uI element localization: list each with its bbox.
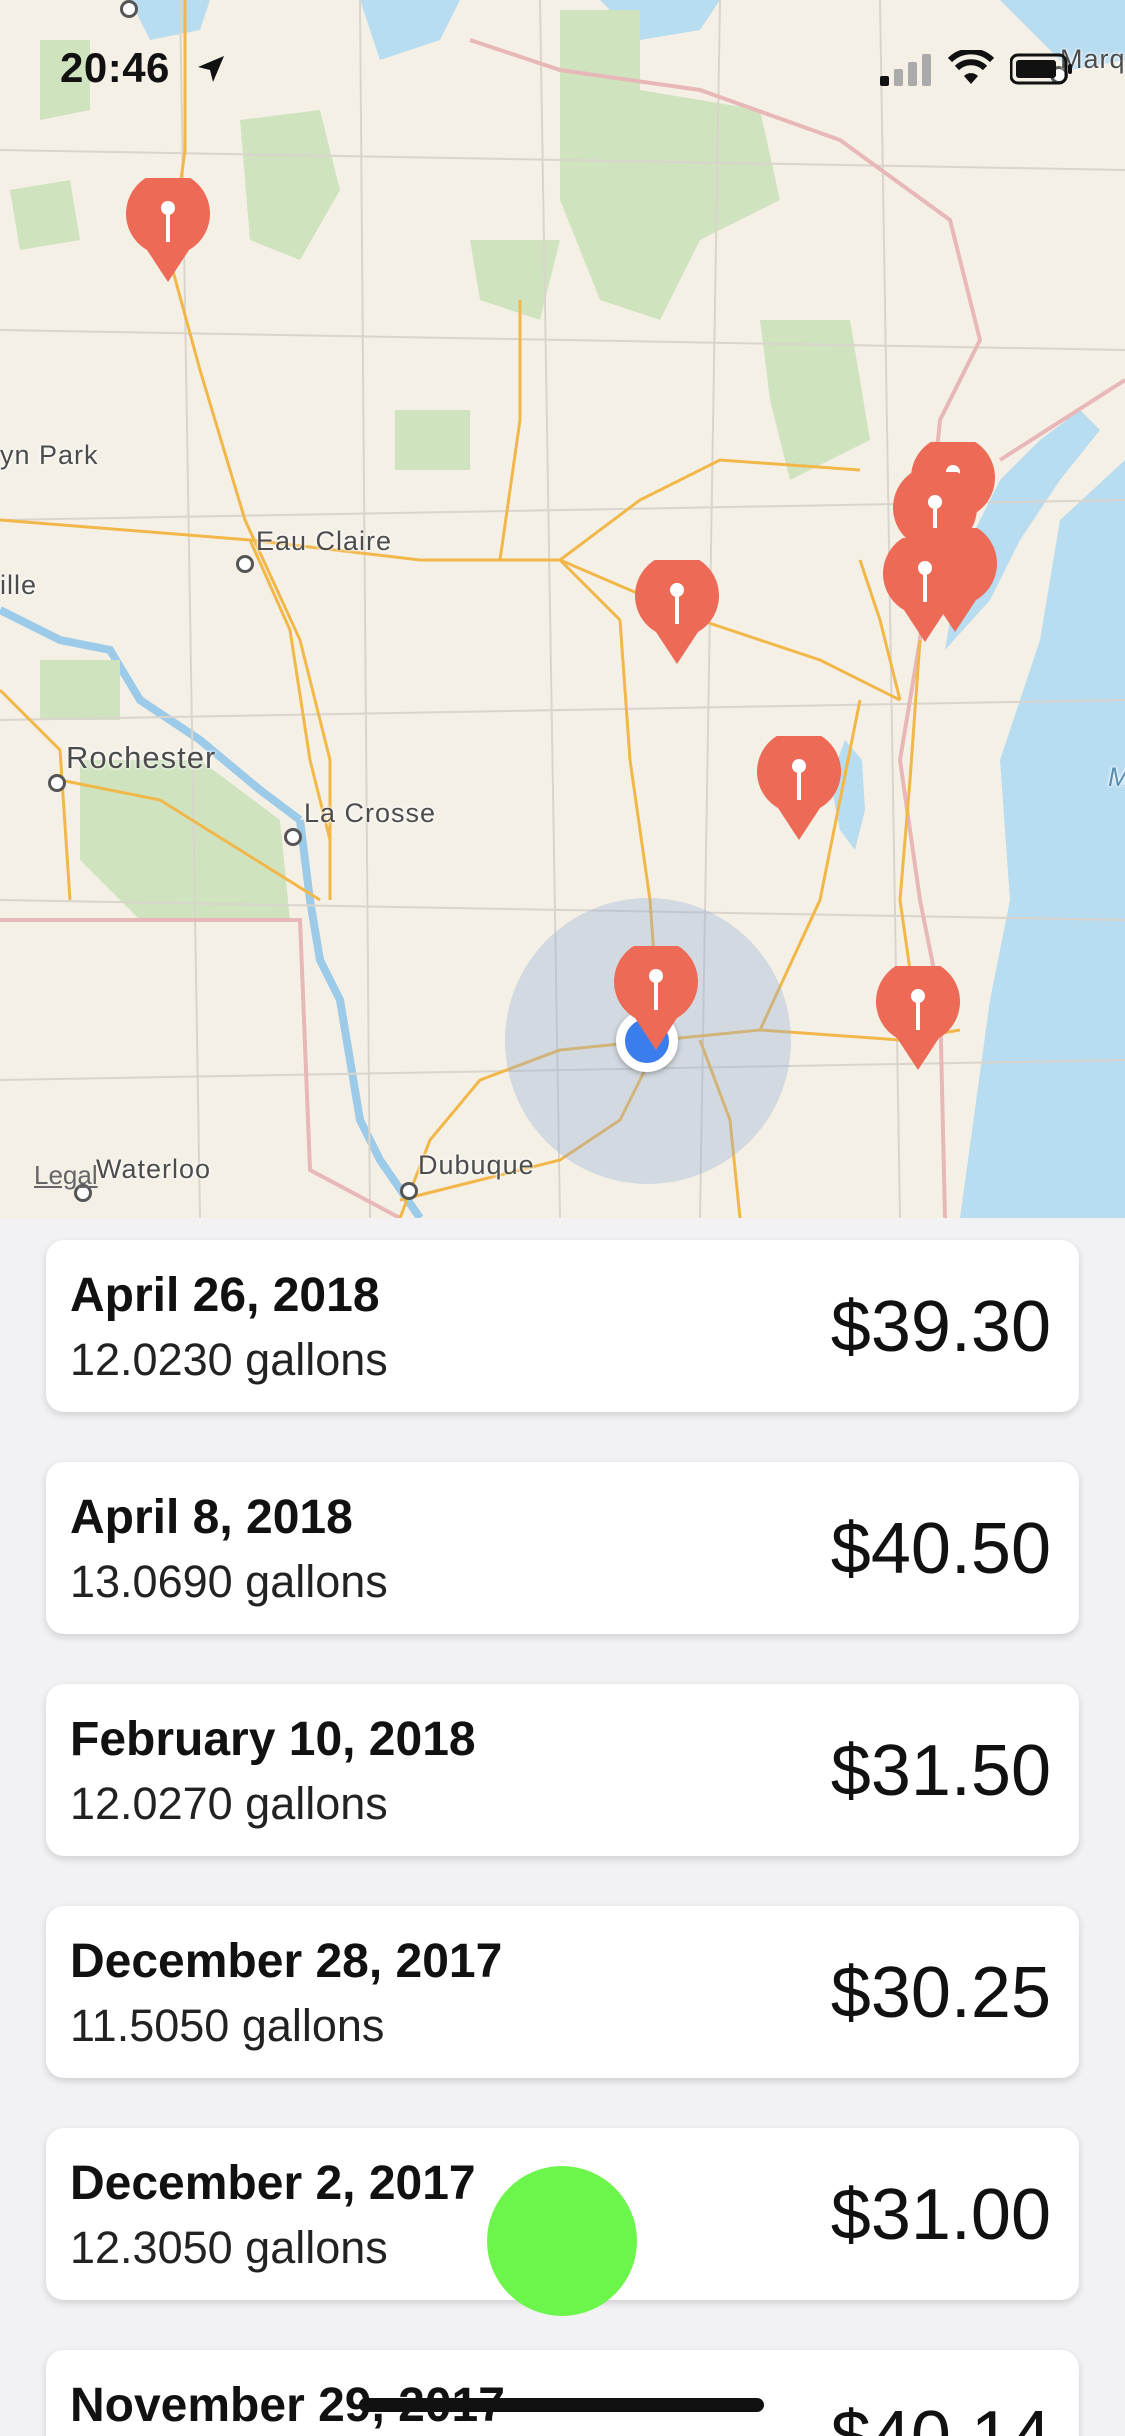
fillup-date: December 2, 2017 (70, 2157, 476, 2210)
map-pin-5[interactable] (882, 538, 968, 644)
map-label-dubuque: Dubuque (418, 1150, 535, 1180)
cellular-signal-icon (880, 54, 931, 86)
city-dot-eau-claire (236, 555, 254, 573)
fillup-gallons: 13.0690 gallons (70, 1556, 388, 1607)
map-label-eau-claire: Eau Claire (256, 526, 393, 556)
status-bar: 20:46 (0, 0, 1125, 140)
fillup-date: December 28, 2017 (70, 1935, 503, 1988)
fillup-date: February 10, 2018 (70, 1713, 476, 1766)
battery-icon (1010, 53, 1072, 85)
fillup-price: $31.50 (830, 1731, 1051, 1811)
fillup-card[interactable]: December 28, 2017 11.5050 gallons $30.25 (46, 1906, 1079, 2078)
map-label-ille: ille (0, 570, 38, 600)
map-label-la-crosse: La Crosse (304, 798, 437, 828)
wifi-icon (948, 50, 994, 84)
location-arrow-icon (198, 56, 224, 82)
fillup-card[interactable]: February 10, 2018 12.0270 gallons $31.50 (46, 1684, 1079, 1856)
fillup-date: April 8, 2018 (70, 1491, 353, 1544)
fillup-card[interactable]: April 8, 2018 13.0690 gallons $40.50 (46, 1462, 1079, 1634)
fillup-gallons: 12.3050 gallons (70, 2222, 388, 2273)
map-pin-9[interactable] (875, 966, 961, 1072)
fillup-date: April 26, 2018 (70, 1269, 380, 1322)
city-dot-rochester (48, 774, 66, 792)
city-dot-dubuque (400, 1182, 418, 1200)
fillup-price: $31.00 (830, 2175, 1051, 2255)
map-pin-6[interactable] (634, 560, 720, 666)
touch-indicator (487, 2166, 637, 2316)
map-view[interactable]: yn Park Eau Claire ille Rochester La Cro… (0, 0, 1125, 1218)
fillup-price: $30.25 (830, 1953, 1051, 2033)
fillup-gallons: 11.5050 gallons (70, 2000, 385, 2051)
fillup-gallons: 12.0230 gallons (70, 1334, 388, 1385)
map-pin-7[interactable] (756, 736, 842, 842)
map-label-rochester: Rochester (66, 740, 217, 775)
fillup-price: $39.30 (830, 1287, 1051, 1367)
map-label-m: M (1108, 762, 1125, 793)
fillup-card[interactable]: April 26, 2018 12.0230 gallons $39.30 (46, 1240, 1079, 1412)
fillup-card[interactable]: November 29, 2017 $40.14 (46, 2350, 1079, 2436)
map-pin-8[interactable] (613, 946, 699, 1052)
home-indicator[interactable] (359, 2398, 764, 2412)
fillup-gallons: 12.0270 gallons (70, 1778, 388, 1829)
map-label-waterloo: Waterloo (96, 1154, 212, 1184)
fillup-price: $40.50 (830, 1509, 1051, 1589)
map-legal-link[interactable]: Legal (34, 1160, 98, 1191)
map-pin-1[interactable] (125, 178, 211, 284)
fillup-price: $40.14 (831, 2396, 1051, 2436)
status-time: 20:46 (60, 44, 170, 91)
map-label-park: yn Park (0, 440, 99, 470)
city-dot-la-crosse (284, 828, 302, 846)
